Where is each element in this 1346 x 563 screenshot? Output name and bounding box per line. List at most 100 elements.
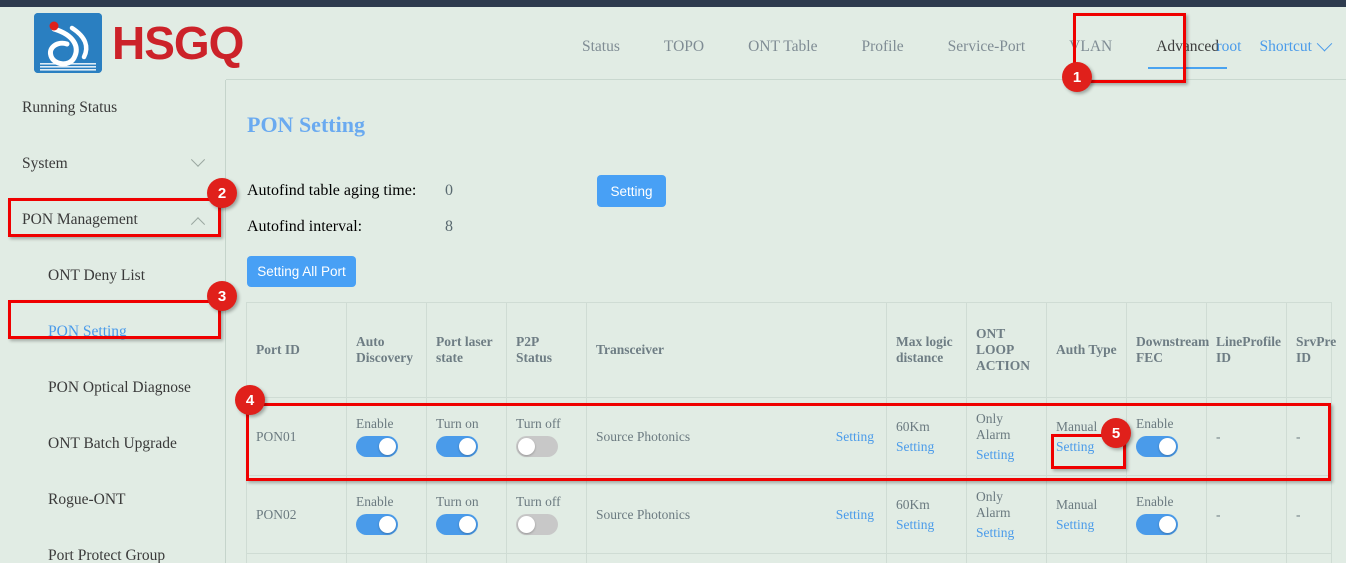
ont-loop-action-setting-link[interactable]: Setting <box>976 525 1014 541</box>
downstream-fec-label: Enable <box>1136 416 1173 432</box>
table-row <box>247 554 1332 563</box>
autofind-aging-value: 0 <box>445 182 453 200</box>
chevron-down-icon <box>1317 36 1333 52</box>
app-header: HSGQ Status TOPO ONT Table Profile Servi… <box>0 7 1346 79</box>
port-laser-state-label: Turn on <box>436 416 479 432</box>
auto-discovery-toggle[interactable] <box>356 436 398 457</box>
cell-srv-pre-id: - <box>1287 476 1332 554</box>
col-line-profile-id: LineProfile ID <box>1207 303 1287 398</box>
nav-item-topo[interactable]: TOPO <box>642 14 726 79</box>
auth-type-setting-link[interactable]: Setting <box>1056 517 1094 533</box>
cell-port-laser-state: Turn on <box>427 476 507 554</box>
cell-line-profile-id: - <box>1207 476 1287 554</box>
sidebar-item-label: Port Protect Group <box>48 547 165 563</box>
downstream-fec-toggle[interactable] <box>1136 436 1178 457</box>
autofind-interval-label: Autofind interval: <box>247 218 362 236</box>
cell-auth-type: Manual Setting <box>1047 398 1127 476</box>
cell-max-logic-distance: 60Km Setting <box>887 398 967 476</box>
p2p-status-toggle[interactable] <box>516 514 558 535</box>
brand-logo[interactable]: HSGQ <box>34 13 243 73</box>
cell-line-profile-id: - <box>1207 398 1287 476</box>
sidebar-item-running-status[interactable]: Running Status <box>0 80 225 136</box>
shortcut-label: Shortcut <box>1259 38 1312 56</box>
setting-all-port-button[interactable]: Setting All Port <box>247 256 356 287</box>
cell-transceiver: Source Photonics Setting <box>587 398 887 476</box>
nav-item-vlan[interactable]: VLAN <box>1047 14 1134 79</box>
col-auth-type: Auth Type <box>1047 303 1127 398</box>
toggle-knob <box>459 438 476 455</box>
transceiver-value: Source Photonics <box>596 507 690 522</box>
sidebar-item-system[interactable]: System <box>0 136 225 192</box>
col-port-laser-state: Port laser state <box>427 303 507 398</box>
auto-discovery-label: Enable <box>356 494 393 510</box>
toggle-knob <box>459 516 476 533</box>
cell-port-id: PON01 <box>247 398 347 476</box>
nav-item-service-port[interactable]: Service-Port <box>926 14 1047 79</box>
toggle-knob <box>518 438 535 455</box>
chevron-down-icon <box>191 153 205 167</box>
main-nav: Status TOPO ONT Table Profile Service-Po… <box>560 14 1241 79</box>
auth-type-value: Manual <box>1056 497 1097 513</box>
sidebar-item-port-protect-group[interactable]: Port Protect Group <box>0 528 225 563</box>
sidebar-item-pon-management[interactable]: PON Management <box>0 192 225 248</box>
p2p-status-label: Turn off <box>516 416 561 432</box>
auth-type-setting-link[interactable]: Setting <box>1056 439 1094 455</box>
sidebar-item-label: Running Status <box>22 99 117 117</box>
max-logic-distance-setting-link[interactable]: Setting <box>896 517 934 533</box>
sidebar-item-ont-batch-upgrade[interactable]: ONT Batch Upgrade <box>0 416 225 472</box>
sidebar-item-label: PON Management <box>22 211 138 229</box>
p2p-status-toggle[interactable] <box>516 436 558 457</box>
cell-p2p-status: Turn off <box>507 398 587 476</box>
toggle-knob <box>379 438 396 455</box>
col-port-id: Port ID <box>247 303 347 398</box>
table-header-row: Port ID Auto Discovery Port laser state … <box>247 303 1332 398</box>
auth-type-value: Manual <box>1056 419 1097 435</box>
col-max-logic-distance: Max logic distance <box>887 303 967 398</box>
downstream-fec-toggle[interactable] <box>1136 514 1178 535</box>
pon-table-head: Port ID Auto Discovery Port laser state … <box>247 303 1332 398</box>
col-downstream-fec: Downstream FEC <box>1127 303 1207 398</box>
ont-loop-action-setting-link[interactable]: Setting <box>976 447 1014 463</box>
table-row: PON02 Enable Turn on <box>247 476 1332 554</box>
transceiver-value: Source Photonics <box>596 429 690 444</box>
port-laser-state-toggle[interactable] <box>436 514 478 535</box>
cell-srv-pre-id: - <box>1287 398 1332 476</box>
cell-ont-loop-action <box>967 554 1047 563</box>
autofind-aging-label: Autofind table aging time: <box>247 182 416 200</box>
port-laser-state-toggle[interactable] <box>436 436 478 457</box>
cell-downstream-fec: Enable <box>1127 398 1207 476</box>
toggle-knob <box>1159 516 1176 533</box>
chevron-up-icon <box>191 217 205 231</box>
shortcut-menu[interactable]: Shortcut <box>1259 38 1330 56</box>
p2p-status-label: Turn off <box>516 494 561 510</box>
sidebar-item-pon-optical-diagnose[interactable]: PON Optical Diagnose <box>0 360 225 416</box>
cell-port-laser-state: Turn on <box>427 398 507 476</box>
user-name-label[interactable]: root <box>1217 38 1242 56</box>
max-logic-distance-setting-link[interactable]: Setting <box>896 439 934 455</box>
col-auto-discovery: Auto Discovery <box>347 303 427 398</box>
transceiver-setting-link[interactable]: Setting <box>836 429 874 445</box>
col-p2p-status: P2P Status <box>507 303 587 398</box>
cell-ont-loop-action: Only Alarm Setting <box>967 398 1047 476</box>
user-area: root Shortcut <box>1217 14 1331 79</box>
nav-item-profile[interactable]: Profile <box>839 14 925 79</box>
nav-item-status[interactable]: Status <box>560 14 642 79</box>
setting-button[interactable]: Setting <box>597 175 666 207</box>
sidebar-item-rogue-ont[interactable]: Rogue-ONT <box>0 472 225 528</box>
transceiver-setting-link[interactable]: Setting <box>836 507 874 523</box>
sidebar: Running Status System PON Management ONT… <box>0 80 226 563</box>
sidebar-item-label: PON Setting <box>48 323 127 341</box>
cell-downstream-fec: Enable <box>1127 476 1207 554</box>
port-laser-state-label: Turn on <box>436 494 479 510</box>
auto-discovery-toggle[interactable] <box>356 514 398 535</box>
sidebar-item-label: PON Optical Diagnose <box>48 379 191 397</box>
sidebar-item-pon-setting[interactable]: PON Setting <box>0 304 225 360</box>
cell-auto-discovery <box>347 554 427 563</box>
cell-max-logic-distance: 60Km Setting <box>887 476 967 554</box>
sidebar-item-label: Rogue-ONT <box>48 491 126 509</box>
sidebar-item-ont-deny-list[interactable]: ONT Deny List <box>0 248 225 304</box>
auto-discovery-label: Enable <box>356 416 393 432</box>
cell-transceiver: Source Photonics Setting <box>587 476 887 554</box>
cell-auth-type: Manual Setting <box>1047 476 1127 554</box>
nav-item-ont-table[interactable]: ONT Table <box>726 14 839 79</box>
